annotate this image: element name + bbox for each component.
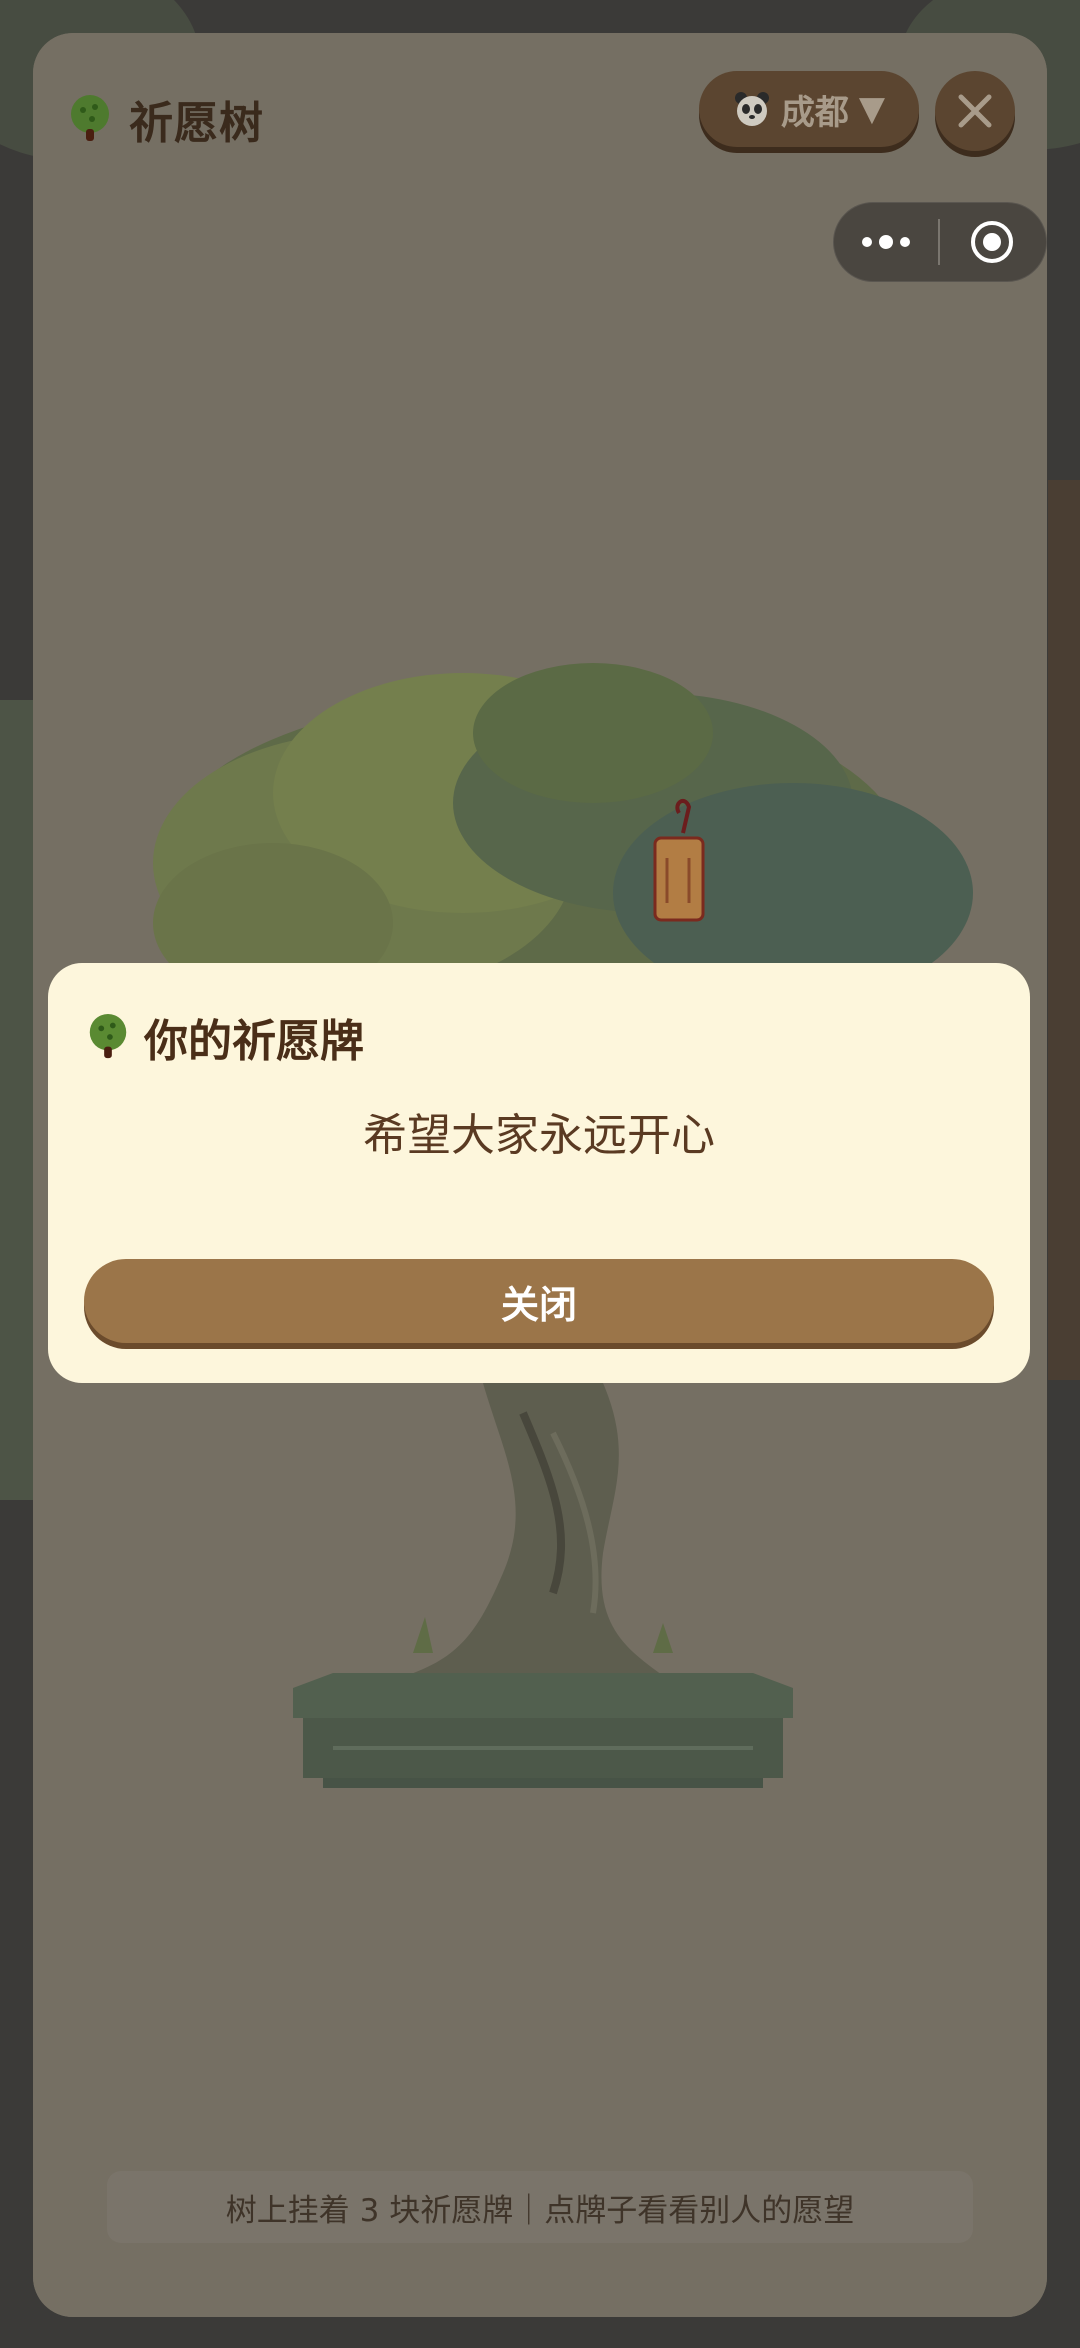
miniprogram-capsule	[833, 202, 1047, 282]
tree-icon	[89, 1013, 127, 1059]
exit-button[interactable]	[940, 203, 1044, 281]
close-icon-button[interactable]	[935, 71, 1015, 151]
wish-text: 希望大家永远开心	[363, 1110, 715, 1161]
city-selector[interactable]: 成都 ▼	[699, 71, 919, 147]
close-button[interactable]: 关闭	[84, 1259, 994, 1343]
dialog-title: 你的祈愿牌	[144, 1016, 364, 1067]
panda-icon	[734, 92, 769, 126]
more-dots-icon	[862, 235, 910, 249]
more-button[interactable]	[834, 203, 938, 281]
footer-hint: 树上挂着 3 块祈愿牌｜点牌子看看别人的愿望	[107, 2171, 973, 2243]
target-icon	[971, 221, 1013, 263]
app-brand: 祈愿树	[65, 87, 264, 151]
app-title: 祈愿树	[129, 98, 264, 149]
tree-icon	[71, 95, 109, 141]
top-bar: 祈愿树 成都 ▼	[33, 33, 1047, 193]
dialog-header: 你的祈愿牌	[84, 1005, 364, 1069]
wish-dialog: 你的祈愿牌 希望大家永远开心 关闭	[48, 963, 1030, 1383]
city-label: 成都	[780, 92, 849, 133]
close-icon	[958, 94, 992, 128]
chevron-down-icon: ▼	[858, 89, 886, 129]
